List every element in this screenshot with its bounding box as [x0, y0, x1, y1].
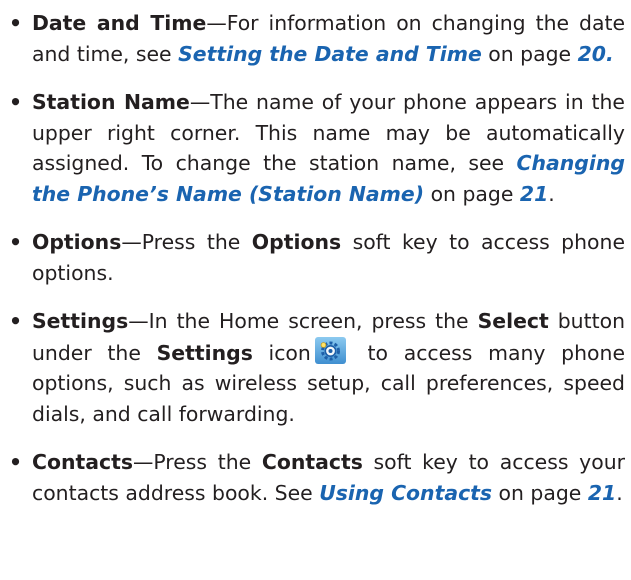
settings-label: Settings [156, 340, 253, 365]
term-station-name: Station Name [32, 90, 190, 114]
page-ref-link[interactable]: 21 [520, 182, 548, 206]
term-date-and-time: Date and Time [32, 11, 207, 35]
bullet-text: . [548, 181, 555, 206]
options-soft-key-label: Options [251, 230, 342, 254]
bullet-text: —Press the [121, 230, 252, 254]
term-settings: Settings [32, 309, 129, 333]
term-contacts: Contacts [32, 450, 133, 474]
bullet-date-and-time: Date and Time—For information on changin… [6, 8, 625, 69]
bullet-station-name: Station Name—The name of your phone appe… [6, 87, 625, 209]
link-setting-date-time[interactable]: Setting the Date and Time [178, 42, 482, 66]
link-using-contacts[interactable]: Using Contacts [319, 481, 492, 505]
bullet-text: —Press the [132, 450, 262, 474]
term-options: Options [32, 230, 122, 254]
bullet-text: on page [492, 480, 588, 505]
bullet-contacts: Contacts—Press the Contacts soft key to … [6, 447, 625, 508]
select-button-label: Select [477, 309, 549, 333]
page-ref-link[interactable]: 21 [588, 481, 616, 505]
feature-bullet-list: Date and Time—For information on changin… [6, 8, 625, 508]
bullet-text: on page [424, 181, 520, 206]
document-page: Date and Time—For information on changin… [0, 0, 631, 508]
bullet-settings: Settings—In the Home screen, press the S… [6, 306, 625, 429]
contacts-soft-key-label: Contacts [261, 450, 363, 474]
settings-gear-icon [314, 336, 346, 364]
bullet-text: on page [481, 41, 578, 66]
bullet-options: Options—Press the Options soft key to ac… [6, 227, 625, 288]
page-ref-link[interactable]: 20. [578, 42, 614, 66]
bullet-text: . [616, 480, 623, 505]
bullet-text: icon [252, 340, 311, 365]
bullet-text: —In the Home screen, press the [128, 309, 478, 333]
